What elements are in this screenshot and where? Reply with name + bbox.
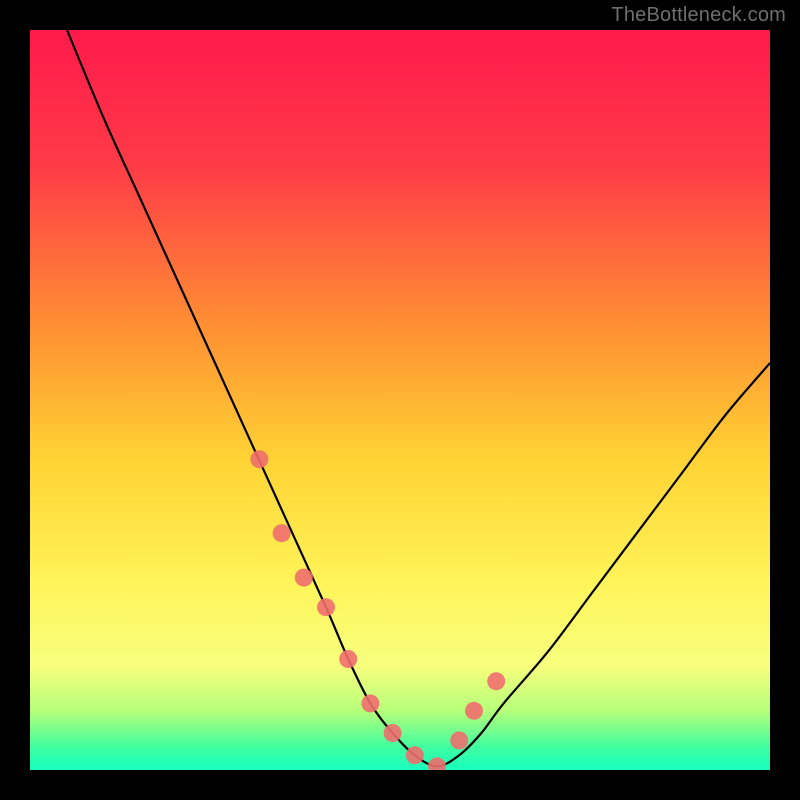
- marker-point: [384, 724, 402, 742]
- plot-area: [30, 30, 770, 770]
- gradient-background: [30, 30, 770, 770]
- marker-point: [487, 672, 505, 690]
- marker-point: [406, 746, 424, 764]
- marker-point: [295, 569, 313, 587]
- marker-point: [450, 731, 468, 749]
- marker-point: [273, 524, 291, 542]
- bottleneck-chart: [30, 30, 770, 770]
- watermark-label: TheBottleneck.com: [611, 4, 786, 27]
- marker-point: [339, 650, 357, 668]
- marker-point: [250, 450, 268, 468]
- marker-point: [317, 598, 335, 616]
- marker-point: [361, 694, 379, 712]
- marker-point: [465, 702, 483, 720]
- chart-frame: TheBottleneck.com: [0, 0, 800, 800]
